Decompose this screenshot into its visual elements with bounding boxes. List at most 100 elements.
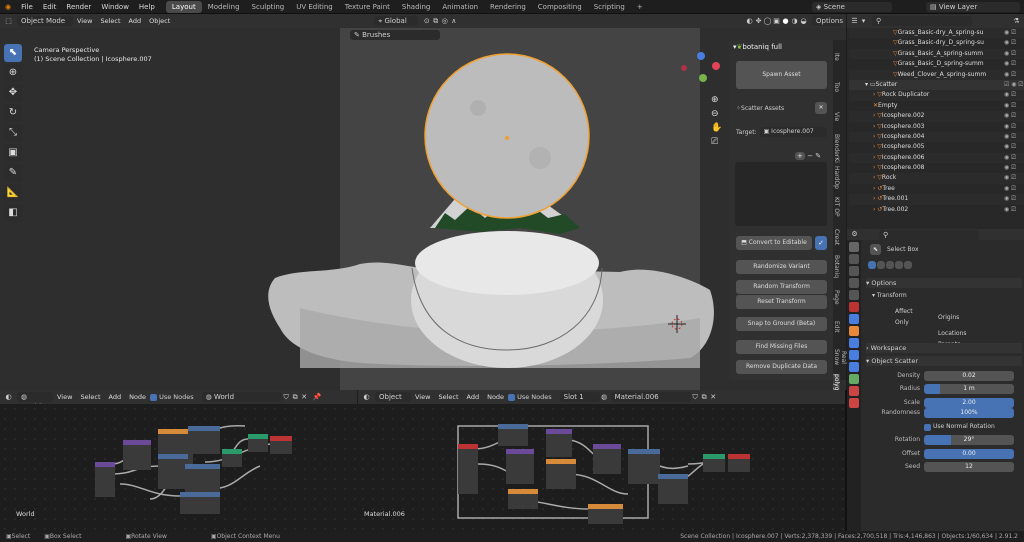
filter-icon[interactable]: ⚗: [1012, 17, 1021, 26]
mode-extend-icon[interactable]: [877, 261, 885, 269]
menu-help[interactable]: Help: [134, 0, 160, 14]
brushes-dropdown[interactable]: ✎ Brushes: [350, 30, 440, 40]
workspace-tab-shading[interactable]: Shading: [396, 1, 436, 13]
close-icon[interactable]: ✕: [300, 393, 309, 402]
node-menu-select[interactable]: Select: [434, 390, 462, 404]
convert-checkbox[interactable]: ✓: [815, 236, 827, 250]
annotate-tool-icon[interactable]: ✎: [4, 164, 22, 182]
shading-material-icon[interactable]: ◑: [790, 17, 799, 26]
randomize-variant-button[interactable]: Randomize Variant: [736, 260, 827, 274]
collection-tab-icon[interactable]: [849, 314, 859, 324]
visibility-icon[interactable]: ◉ ⎚: [1004, 153, 1024, 163]
visibility-icon[interactable]: ◉ ⎚: [1004, 132, 1024, 142]
workspace-tab-compositing[interactable]: Compositing: [532, 1, 588, 13]
physics-tab-icon[interactable]: [849, 362, 859, 372]
add-item-icon[interactable]: +: [795, 152, 805, 160]
target-field[interactable]: ▣ Icosphere.007: [759, 127, 827, 137]
workspace-tab-animation[interactable]: Animation: [436, 1, 484, 13]
use-nodes-checkbox[interactable]: [150, 393, 158, 401]
menu-window[interactable]: Window: [96, 0, 134, 14]
node-menu-add[interactable]: Add: [105, 390, 126, 404]
render-tab-icon[interactable]: [849, 254, 859, 264]
shading-rendered-icon[interactable]: ◒: [799, 17, 808, 26]
outliner-row[interactable]: ▽ Weed_Clover_A_spring-summ ◉ ⎚: [849, 69, 1024, 80]
visibility-icon[interactable]: ◉ ⎚: [1004, 111, 1024, 121]
tab-blenderkit[interactable]: BlenderKi: [833, 134, 840, 163]
visibility-icon[interactable]: ◐: [745, 17, 754, 26]
scene-selector[interactable]: ◈ Scene: [812, 2, 892, 12]
snap-ground-button[interactable]: Snap to Ground (Beta): [736, 317, 827, 331]
cursor-tool-icon[interactable]: ⊕: [4, 64, 22, 82]
slot-selector[interactable]: Slot 1: [559, 392, 600, 402]
editor-type-icon[interactable]: ⬚: [4, 17, 13, 26]
visibility-icon[interactable]: ◉ ⎚: [1004, 59, 1024, 69]
transform-tool-icon[interactable]: ▣: [4, 144, 22, 162]
vp-menu-select[interactable]: Select: [96, 14, 124, 28]
material-sphere-icon[interactable]: ◍: [600, 393, 609, 402]
shader-type[interactable]: Object: [375, 392, 411, 402]
move-tool-icon[interactable]: ✥: [4, 84, 22, 102]
texture-tab-icon[interactable]: [849, 398, 859, 408]
outliner-row[interactable]: › ▽ Rock ◉ ⎚: [849, 173, 1024, 184]
visibility-icon[interactable]: ◉ ⎚: [1004, 101, 1024, 111]
radius-field[interactable]: 1 m: [924, 384, 1014, 394]
tab-botaniq[interactable]: Botaniq: [833, 254, 840, 280]
vp-menu-view[interactable]: View: [73, 14, 96, 28]
options-dropdown[interactable]: Options: [812, 16, 843, 26]
node-editor-icon[interactable]: ◐: [362, 393, 371, 402]
workspace-tab-scripting[interactable]: Scripting: [588, 1, 631, 13]
mode-subtract-icon[interactable]: [886, 261, 894, 269]
node-menu-select[interactable]: Select: [76, 390, 104, 404]
tool-tab-icon[interactable]: [849, 242, 859, 252]
visibility-icon[interactable]: ◉ ⎚: [1004, 90, 1024, 100]
snap-icon[interactable]: ⧉: [431, 17, 440, 26]
outliner-row[interactable]: › ▽ Icosphere.008 ◉ ⎚: [849, 163, 1024, 173]
menu-file[interactable]: File: [16, 0, 38, 14]
workspace-tab-texture-paint[interactable]: Texture Paint: [339, 1, 396, 13]
visibility-icon[interactable]: ◉ ⎚: [1004, 173, 1024, 183]
object-scatter-header[interactable]: ▾ Object Scatter: [866, 356, 1022, 366]
outliner-row[interactable]: › ▽ Icosphere.002 ◉ ⎚: [849, 111, 1024, 122]
tab-item[interactable]: Ite: [833, 44, 840, 70]
overlay-icon[interactable]: ◯: [763, 17, 772, 26]
workspace-tab-layout[interactable]: Layout: [165, 1, 202, 13]
falloff-icon[interactable]: ∧: [449, 17, 458, 26]
mode-selector[interactable]: Object Mode: [17, 16, 73, 26]
workspace-tab-modeling[interactable]: Modeling: [202, 1, 246, 13]
visibility-icon[interactable]: ◉ ⎚: [1004, 163, 1024, 173]
density-field[interactable]: 0.02: [924, 371, 1014, 381]
node-menu-node[interactable]: Node: [483, 390, 508, 404]
scale-tool-icon[interactable]: ⤡: [4, 124, 22, 142]
outliner-row[interactable]: › ▽ Rock Duplicator ◉ ⎚: [849, 90, 1024, 101]
randomness-field[interactable]: 100%: [924, 408, 1014, 418]
xray-icon[interactable]: ▣: [772, 17, 781, 26]
shield-icon[interactable]: ⛉: [691, 393, 700, 402]
find-missing-button[interactable]: Find Missing Files: [736, 340, 827, 354]
material-datablock[interactable]: Material.006: [610, 392, 691, 402]
outliner-row[interactable]: › ↺ Tree ◉ ⎚: [849, 184, 1024, 194]
measure-tool-icon[interactable]: 📐: [4, 184, 22, 202]
outliner-row[interactable]: › ▽ Icosphere.005 ◉ ⎚: [849, 142, 1024, 152]
botaniq-header[interactable]: ▾ ❦ botaniq full: [733, 43, 782, 51]
workspace-tab-rendering[interactable]: Rendering: [484, 1, 532, 13]
select-box-icon[interactable]: ⬉: [870, 244, 881, 255]
outliner-search[interactable]: ⚲: [872, 16, 972, 26]
data-tab-icon[interactable]: [849, 374, 859, 384]
zoom-out-icon[interactable]: ⊖: [711, 107, 722, 121]
properties-search[interactable]: ⚲: [879, 229, 979, 240]
close-scatter-icon[interactable]: ✕: [815, 102, 827, 114]
tab-view[interactable]: Vie: [833, 104, 840, 130]
visibility-icon[interactable]: ◉ ⎚: [1004, 70, 1024, 80]
tab-hardops[interactable]: HardOp: [833, 164, 840, 190]
visibility-icon[interactable]: ◉ ⎚: [1004, 28, 1024, 38]
visibility-icon[interactable]: ☑ ◉ ⎚: [1004, 80, 1024, 90]
add-cube-tool-icon[interactable]: ◧: [4, 204, 22, 222]
scale-field[interactable]: 2.00: [924, 398, 1014, 408]
origins-checkbox[interactable]: [928, 313, 935, 321]
pin-icon[interactable]: 📌: [313, 393, 322, 402]
outliner-row[interactable]: › ↺ Tree.002 ◉ ⎚: [849, 205, 1024, 215]
pivot-icon[interactable]: ⊙: [422, 17, 431, 26]
shading-solid-icon[interactable]: ●: [781, 17, 790, 26]
visibility-icon[interactable]: ◉ ⎚: [1004, 205, 1024, 215]
node-menu-add[interactable]: Add: [463, 390, 484, 404]
